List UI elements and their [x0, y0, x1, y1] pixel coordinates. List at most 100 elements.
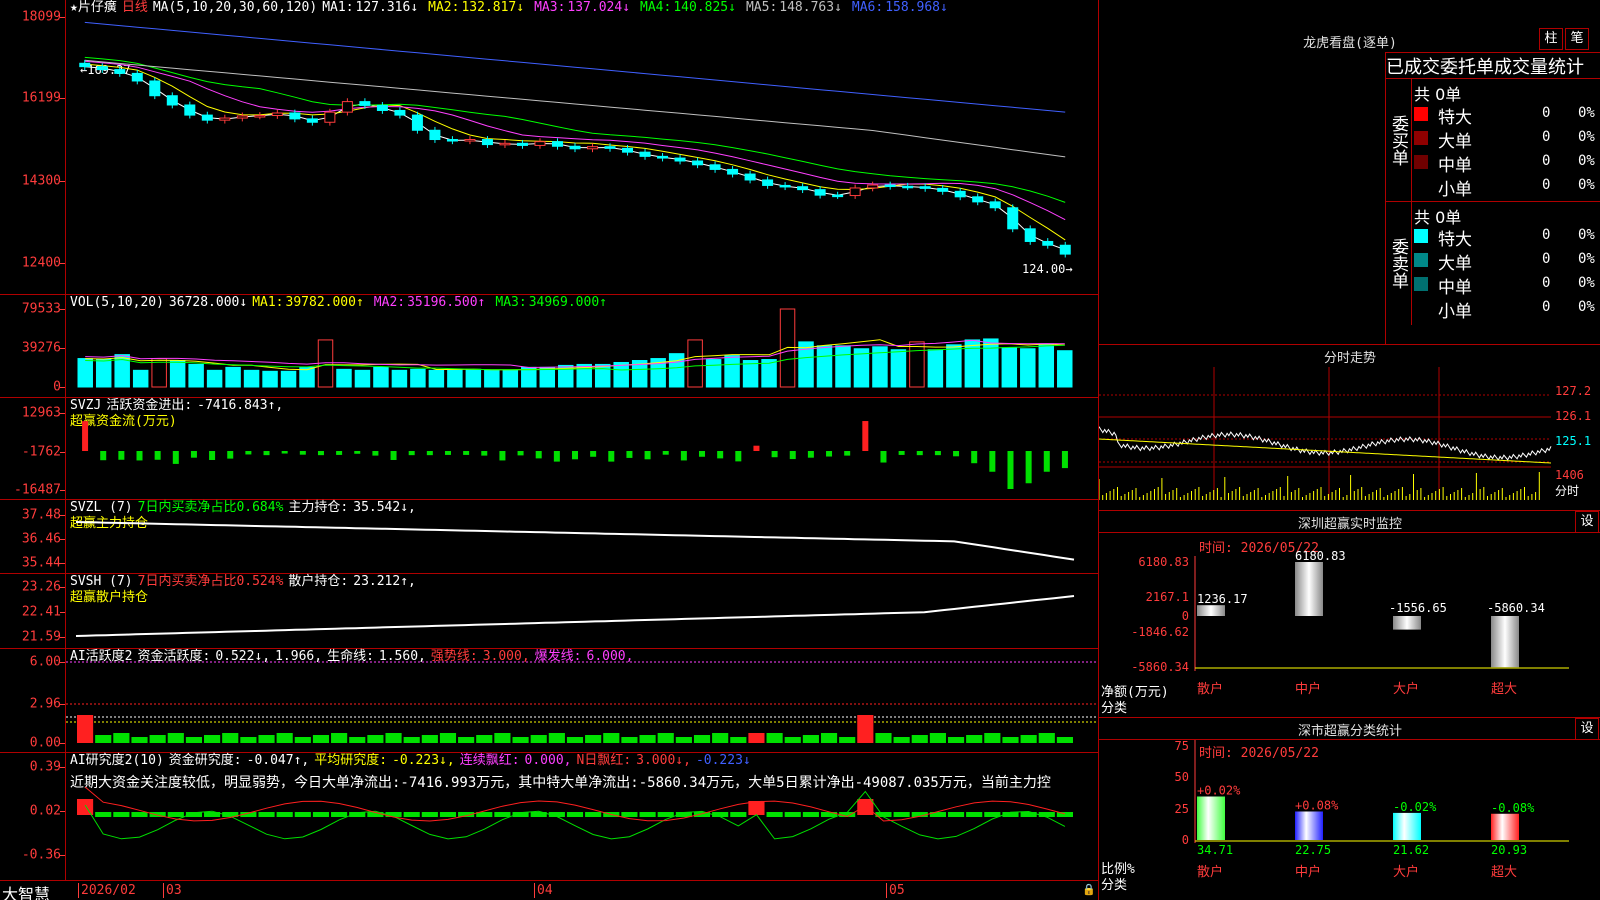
bar-mode-button[interactable]: 柱 [1539, 28, 1563, 50]
candle [972, 196, 984, 203]
svzj-bar [390, 451, 397, 460]
svzj-bar [590, 451, 597, 457]
intraday-panel[interactable]: 分时走势 127.2 126.1 125.1 1406 分时 [1098, 345, 1600, 511]
szcls-y-label-0: 75 [1175, 739, 1189, 753]
ai1-bar [95, 735, 112, 743]
candle [271, 112, 283, 117]
svzl-panel[interactable]: 37.48 36.46 35.44 SVZL (7) 7日内买卖净占比0.684% 主力… [0, 500, 1098, 574]
szcls-value-0: 34.71 [1197, 843, 1233, 857]
svzj-bar [1025, 451, 1032, 484]
volume-bar [484, 369, 500, 388]
kline-panel[interactable]: 18099 16199 14300 12400 ★片仔癀 日线 MA(5,10,20,30… [0, 0, 1098, 295]
svzl-chart[interactable] [0, 500, 1098, 574]
ai1-bar [1038, 733, 1055, 743]
tick-mode-button[interactable]: 笔 [1565, 28, 1589, 50]
ai1-bar [113, 733, 130, 743]
sell-row-2-count: 0 [1542, 275, 1551, 291]
candle [131, 72, 143, 82]
ai1-bar [603, 733, 620, 743]
volume-bar [1057, 350, 1073, 388]
ai2-bar [639, 812, 656, 817]
svzj-bar [735, 451, 742, 462]
svzj-bar [680, 451, 687, 461]
ai2-bar [77, 799, 94, 815]
volume-bar [169, 360, 186, 388]
svzj-bar [826, 451, 833, 457]
ai1-bar [966, 735, 983, 743]
sz-class-chart[interactable]: 75 50 25 0 +0.02% 34.71 散户 +0.08% 22.75 中户 -0.02% 2… [1099, 718, 1600, 900]
ai2-bar [657, 812, 674, 817]
kline-chart[interactable] [0, 0, 1098, 295]
candle [954, 190, 966, 198]
candle [446, 139, 458, 142]
candle [832, 194, 844, 198]
ai1-bar [984, 733, 1001, 743]
ai-research-panel[interactable]: 0.39 0.02 -0.36 AI研究度2(10) 资金研究度: -0.047↑, 平均… [0, 753, 1098, 880]
svzj-bar [372, 451, 379, 456]
intraday-chart[interactable]: 127.2 126.1 125.1 1406 分时 [1099, 345, 1600, 511]
sz-monitor-chart[interactable]: 6180.83 2167.1 0 -1846.62 -5860.34 1236.17 散户 6… [1099, 511, 1600, 718]
lock-icon[interactable]: 🔒 [1082, 883, 1096, 896]
longhu-panel: 龙虎看盘(逐单) 柱 笔 已成交委托单成交量统计 委买单 委卖单 共 0单 共 … [1098, 0, 1600, 345]
order-stats: 已成交委托单成交量统计 委买单 委卖单 共 0单 共 0单 特大 0 0% 大单 0 0%… [1385, 52, 1600, 345]
svzj-bar [753, 445, 760, 451]
date-start: 2026/02 [78, 883, 136, 898]
sz-monitor-panel[interactable]: 深圳超赢实时监控 设 时间: 2026/05/22 净额(万元) 分类 6180… [1098, 511, 1600, 718]
buy-row-3-pct: 0% [1578, 177, 1595, 193]
ai1-bar [185, 737, 203, 743]
ai1-bar [730, 737, 747, 743]
volume-panel[interactable]: 79533 39276 0 VOL(5,10,20) 36728.000↓ MA1: 39… [0, 295, 1098, 398]
volume-bar [206, 369, 223, 388]
svzj-chart[interactable] [0, 398, 1098, 500]
fenshi-y-label-0: 127.2 [1555, 384, 1591, 398]
candle [341, 101, 353, 113]
svzj-bar [934, 451, 941, 456]
szcls-cat-3: 超大 [1491, 865, 1517, 880]
ai1-bar [1002, 737, 1019, 743]
volume-bar [705, 359, 722, 388]
volume-bar [1038, 343, 1055, 388]
svzj-bar [481, 451, 488, 456]
volume-bar [95, 359, 112, 388]
ai-research-chart[interactable] [0, 753, 1098, 880]
svzj-bar [227, 451, 234, 459]
candle [867, 184, 879, 189]
candle [359, 101, 371, 106]
svsh-chart[interactable] [0, 574, 1098, 649]
ai1-bar [566, 737, 584, 743]
candle [1024, 228, 1036, 242]
svzj-bar [535, 451, 542, 459]
sell-row-0-name: 特大 [1438, 230, 1472, 250]
ai2-bar [820, 812, 838, 817]
volume-bar [613, 361, 629, 388]
szmon-bar-label-2: -1556.65 [1389, 601, 1447, 615]
brand-label: 大智慧 [2, 885, 51, 900]
sz-class-panel[interactable]: 深市超赢分类统计 设 时间: 2026/05/22 比例% 分类 75 50 25 0… [1098, 718, 1600, 900]
svzj-bar [953, 451, 960, 457]
ai1-bar [494, 733, 511, 743]
volume-chart[interactable] [0, 295, 1098, 398]
ai1-bar [784, 737, 801, 743]
ai-activity-chart[interactable] [0, 649, 1098, 753]
sell-row-0-swatch [1414, 229, 1428, 243]
ai1-bar [621, 737, 638, 743]
ai1-bar [258, 735, 275, 743]
buy-row-2-swatch [1414, 155, 1428, 169]
sell-row-1-swatch [1414, 253, 1428, 267]
ai2-bar [766, 812, 783, 817]
svsh-panel[interactable]: 23.26 22.41 21.59 SVSH (7) 7日内买卖净占比0.524% 散户… [0, 574, 1098, 649]
svzj-panel[interactable]: 12963 -1762 -16487 SVZJ 活跃资金进出: -7416.843↑, 超… [0, 398, 1098, 500]
ai1-bar [512, 737, 529, 743]
svsh-line [75, 595, 1075, 637]
candle [587, 146, 599, 150]
svzj-bar [608, 451, 615, 462]
candle [692, 160, 704, 166]
volume-bar [946, 344, 962, 388]
szmon-bar-1 [1295, 562, 1323, 616]
candle [394, 109, 406, 116]
szmon-y-label-0: 6180.83 [1138, 555, 1189, 569]
svzj-bar [317, 451, 324, 456]
ai-activity-panel[interactable]: 6.00 2.96 0.00 AI活跃度2 资金活跃度: 0.522↓, 1.966, 生命… [0, 649, 1098, 753]
svzj-bar [263, 451, 270, 456]
candle [429, 129, 441, 141]
